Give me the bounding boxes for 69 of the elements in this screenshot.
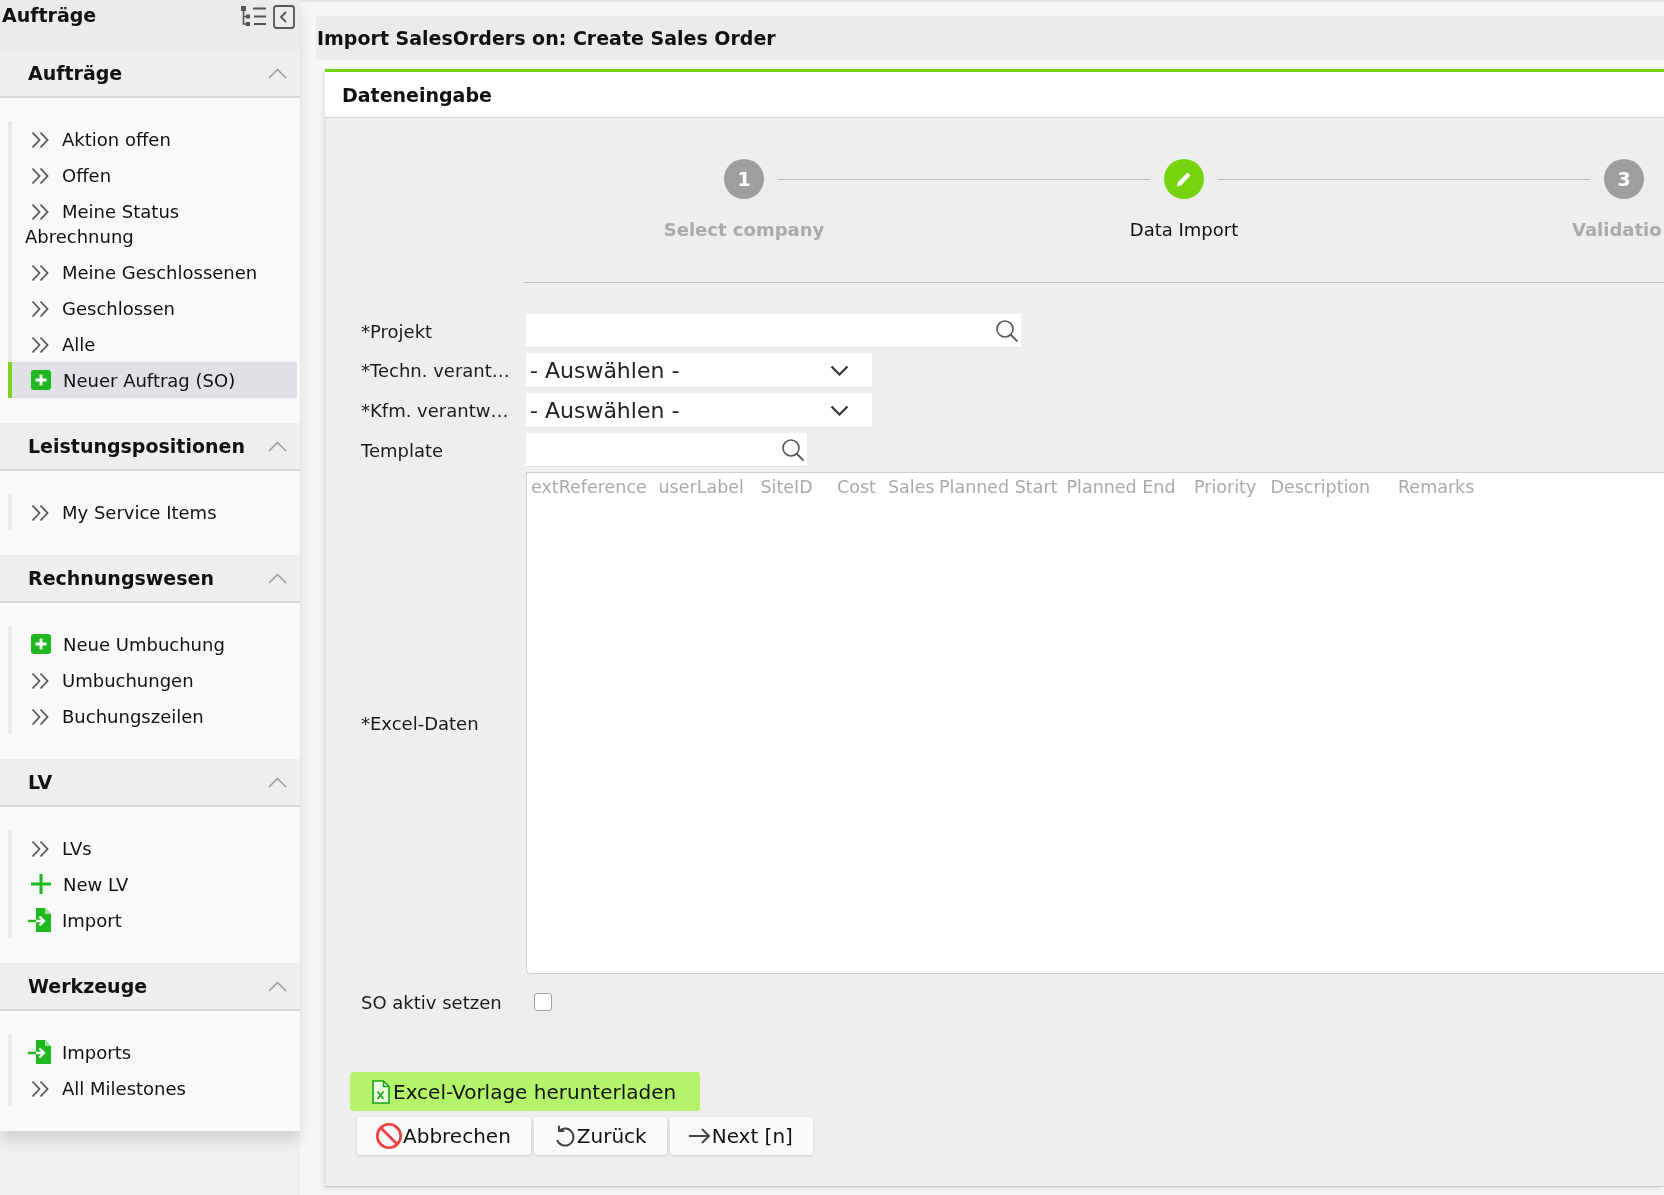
step-label: Data Import [1129,219,1239,240]
plus-square-icon [31,369,51,390]
sidebar-link[interactable]: Buchungszeilen [8,698,297,734]
excel-file-icon [372,1079,390,1104]
sidebar-link[interactable]: My Service Items [8,494,297,530]
sidebar-link[interactable]: Meine Geschlossenen [8,254,297,290]
double-chevron-icon [31,130,50,149]
sidebar-link[interactable]: Neuer Auftrag (SO) [8,362,297,398]
file-import-icon [28,907,52,932]
field-label: *Kfm. verantw… [361,400,509,421]
section-header[interactable]: Aufträge [0,50,300,98]
plus-icon [31,873,51,894]
dropdown-field[interactable]: - Auswählen - [526,393,872,428]
section-header[interactable]: Werkzeuge [0,963,300,1011]
section-header[interactable]: Rechnungswesen [0,555,300,603]
double-chevron-icon [31,335,50,354]
tree-list-icon[interactable] [241,6,266,28]
sidebar-link[interactable]: Aktion offen [8,121,297,157]
field-label: Template [361,439,444,461]
step-number: 3 [1604,159,1644,199]
sidebar-link[interactable]: Neue Umbuchung [8,626,297,662]
double-chevron-icon [31,707,50,726]
step-number: 1 [724,159,764,199]
search-icon[interactable] [996,319,1018,342]
section-header[interactable]: LV [0,759,300,807]
checkbox[interactable] [534,993,552,1011]
collapse-icon[interactable] [273,5,295,29]
text-area[interactable]: extReference userLabel SiteID Cost Sales Planned Start Planned End Priority Description Remarks [526,472,1664,974]
lookup-field[interactable] [526,433,807,467]
sidebar-link[interactable]: Imports [8,1034,297,1070]
step-label: Select company [663,219,825,240]
sidebar-link[interactable]: Import [8,902,297,938]
page-title: Import SalesOrders on: Create Sales Order [317,27,776,49]
chevron-down-icon [830,364,849,376]
search-icon[interactable] [782,438,804,461]
chevron-down-icon [830,404,849,416]
sidebar-link[interactable]: Umbuchungen [8,662,297,698]
sidebar-link[interactable]: LVs [8,830,297,866]
sidebar-link[interactable]: Meine Status Abrechnung [8,193,297,254]
panel-title: Dateneingabe [342,83,492,106]
sidebar-link[interactable]: Offen [8,157,297,193]
back-button[interactable]: Zurück [533,1117,667,1155]
double-chevron-icon [31,839,50,858]
step-label: Validatio [1572,219,1662,240]
dropdown-field[interactable]: - Auswählen - [526,353,872,388]
cancel-button[interactable]: Abbrechen [357,1117,531,1155]
sidebar-link[interactable]: New LV [8,866,297,902]
next-button[interactable]: Next [n] [669,1117,813,1155]
sidebar-link[interactable]: All Milestones [8,1070,297,1106]
double-chevron-icon [31,166,50,185]
download-button[interactable]: Excel-Vorlage herunterladen [350,1072,701,1111]
double-chevron-icon [31,503,50,522]
section-header[interactable]: Leistungspositionen [0,423,300,471]
sidebar-title: Aufträge [2,3,97,27]
double-chevron-icon [31,671,50,690]
field-label: *Excel-Daten [361,712,479,734]
double-chevron-icon [31,1079,50,1098]
double-chevron-icon [31,299,50,318]
field-label: *Techn. verant… [361,360,510,381]
lookup-field[interactable] [526,314,1021,348]
field-label: *Projekt [361,320,433,342]
arrow-right-icon [688,1127,711,1145]
plus-square-icon [31,633,51,654]
double-chevron-icon [31,263,50,282]
field-label: SO aktiv setzen [361,991,502,1013]
sidebar-link[interactable]: Geschlossen [8,290,297,326]
double-chevron-icon [31,202,50,221]
file-import-icon [28,1039,52,1064]
prohibited-icon [376,1123,402,1149]
